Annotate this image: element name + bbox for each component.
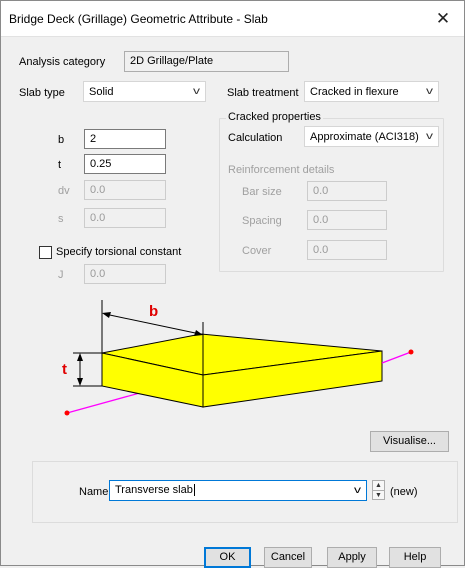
diagram-t-label: t — [62, 361, 67, 378]
slab-type-value: Solid — [89, 86, 114, 98]
bar-size-field[interactable]: 0.0 — [307, 181, 387, 201]
slab-treatment-label: Slab treatment — [227, 87, 299, 99]
visualise-button[interactable]: Visualise... — [370, 431, 449, 452]
name-label: Name — [79, 486, 109, 498]
name-combobox[interactable]: Transverse slab v — [109, 480, 367, 501]
chevron-down-icon: v — [426, 131, 433, 142]
s-label: s — [58, 213, 64, 225]
window-title: Bridge Deck (Grillage) Geometric Attribu… — [9, 12, 268, 26]
name-value: Transverse slab — [115, 484, 193, 496]
t-arrowhead-bottom — [77, 378, 83, 386]
slab-type-dropdown[interactable]: Solid v — [83, 81, 206, 102]
text-cursor — [193, 484, 195, 496]
cover-label: Cover — [242, 245, 272, 257]
cover-field[interactable]: 0.0 — [307, 240, 387, 260]
axis-line-left — [66, 390, 148, 414]
spin-down-icon[interactable]: ▼ — [373, 490, 384, 499]
calculation-dropdown[interactable]: Approximate (ACI318) v — [304, 126, 439, 147]
b-arrowhead-left — [102, 312, 111, 318]
axis-end-left — [64, 410, 70, 416]
b-field[interactable]: 2 — [84, 129, 166, 149]
cancel-button[interactable]: Cancel — [264, 547, 312, 568]
apply-button[interactable]: Apply — [327, 547, 377, 568]
chevron-down-icon: v — [193, 86, 200, 97]
torsional-checkbox[interactable] — [39, 246, 52, 259]
b-label: b — [58, 134, 65, 146]
slab-type-label: Slab type — [19, 87, 65, 99]
bar-size-label: Bar size — [242, 186, 282, 198]
calculation-label: Calculation — [228, 132, 283, 144]
name-spinner[interactable]: ▲ ▼ — [372, 480, 385, 500]
slab-treatment-dropdown[interactable]: Cracked in flexure v — [304, 81, 439, 102]
b-arrowhead-right — [194, 330, 203, 336]
analysis-category-field: 2D Grillage/Plate — [124, 51, 289, 72]
t-label: t — [58, 159, 62, 171]
chevron-down-icon[interactable]: v — [354, 484, 361, 498]
cracked-properties-title: Cracked properties — [226, 111, 323, 123]
analysis-category-label: Analysis category — [19, 56, 106, 68]
new-indicator: (new) — [390, 486, 418, 498]
close-icon[interactable]: ✕ — [430, 7, 456, 31]
spin-up-icon[interactable]: ▲ — [373, 481, 384, 490]
chevron-down-icon: v — [426, 86, 433, 97]
t-field[interactable]: 0.25 — [84, 154, 166, 174]
diagram-b-label: b — [149, 303, 158, 320]
calculation-value: Approximate (ACI318) — [310, 131, 419, 143]
spacing-field[interactable]: 0.0 — [307, 210, 387, 230]
slab-diagram: b t — [62, 300, 414, 416]
t-arrowhead-top — [77, 353, 83, 361]
torsional-label[interactable]: Specify torsional constant — [56, 246, 181, 258]
axis-line-right — [381, 351, 412, 364]
help-button[interactable]: Help — [389, 547, 441, 568]
axis-end-right — [408, 349, 414, 355]
j-field[interactable]: 0.0 — [84, 264, 166, 284]
dialog-window: Bridge Deck (Grillage) Geometric Attribu… — [0, 0, 465, 568]
spacing-label: Spacing — [242, 215, 282, 227]
dv-label: dv — [58, 185, 70, 197]
ok-button[interactable]: OK — [204, 547, 251, 568]
dv-field[interactable]: 0.0 — [84, 180, 166, 200]
slab-treatment-value: Cracked in flexure — [310, 86, 399, 98]
reinforcement-details-title: Reinforcement details — [228, 164, 335, 176]
j-label: J — [58, 269, 64, 281]
s-field[interactable]: 0.0 — [84, 208, 166, 228]
title-bar[interactable]: Bridge Deck (Grillage) Geometric Attribu… — [1, 1, 464, 37]
